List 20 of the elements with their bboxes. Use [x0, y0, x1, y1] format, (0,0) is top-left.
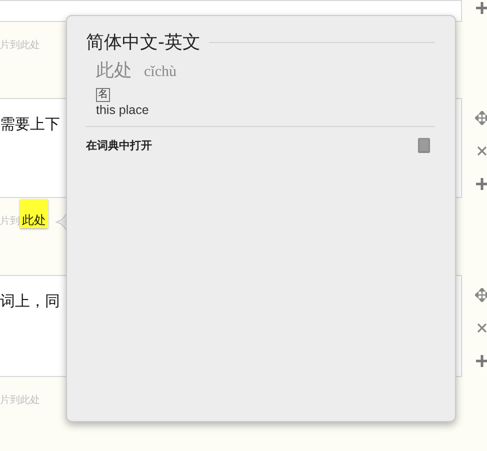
drop-hint: 片到此处	[0, 38, 40, 53]
text-line: 词上，同	[0, 292, 60, 311]
pinyin: cǐchù	[144, 64, 176, 81]
dictionary-title: 简体中文-英文	[86, 31, 200, 54]
highlighted-word: 此处	[20, 199, 48, 228]
book-icon[interactable]	[417, 137, 431, 154]
open-in-dictionary-link[interactable]: 在词典中打开	[86, 138, 152, 153]
drop-hint: 片到此处	[0, 394, 40, 408]
headword: 此处	[96, 59, 132, 82]
add-icon[interactable]	[475, 354, 487, 368]
close-icon[interactable]	[475, 144, 487, 158]
text-line: 需要上下	[0, 115, 60, 134]
definition: this place	[96, 103, 150, 117]
move-icon[interactable]	[475, 111, 487, 125]
move-icon[interactable]	[475, 288, 487, 302]
part-of-speech-tag: 名	[96, 88, 110, 102]
add-icon[interactable]	[475, 1, 487, 15]
add-icon[interactable]	[475, 177, 487, 191]
close-icon[interactable]	[475, 321, 487, 335]
drop-hint: 片到	[0, 214, 20, 229]
